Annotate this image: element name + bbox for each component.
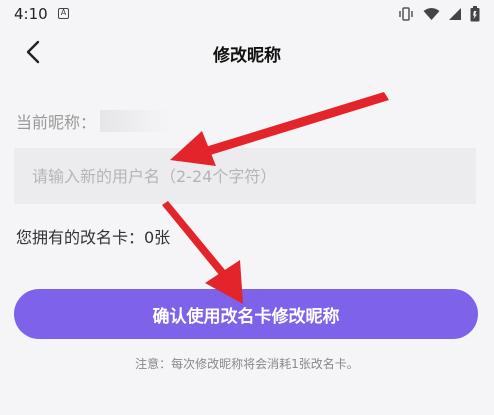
current-nickname-label: 当前昵称： (16, 113, 97, 132)
rename-card-count: 您拥有的改名卡：0张 (16, 228, 171, 247)
current-nickname-value-redacted (100, 110, 171, 132)
notification-icon: A (58, 8, 69, 19)
status-bar: 4:10 A (0, 0, 494, 28)
confirm-rename-button[interactable]: 确认使用改名卡修改昵称 (14, 289, 478, 339)
page-title: 修改昵称 (213, 46, 281, 66)
nav-bar: 修改昵称 (0, 30, 494, 74)
battery-icon (470, 6, 480, 22)
notice-text: 注意：每次修改昵称将会消耗1张改名卡。 (135, 357, 359, 371)
vibrate-icon (399, 7, 413, 21)
new-username-input[interactable] (14, 148, 476, 204)
current-nickname-row: 当前昵称： (16, 108, 171, 134)
signal-icon (449, 8, 461, 20)
status-time: 4:10 (14, 5, 48, 23)
status-icons (397, 6, 480, 22)
wifi-icon (423, 8, 440, 20)
new-username-field[interactable] (14, 148, 476, 204)
